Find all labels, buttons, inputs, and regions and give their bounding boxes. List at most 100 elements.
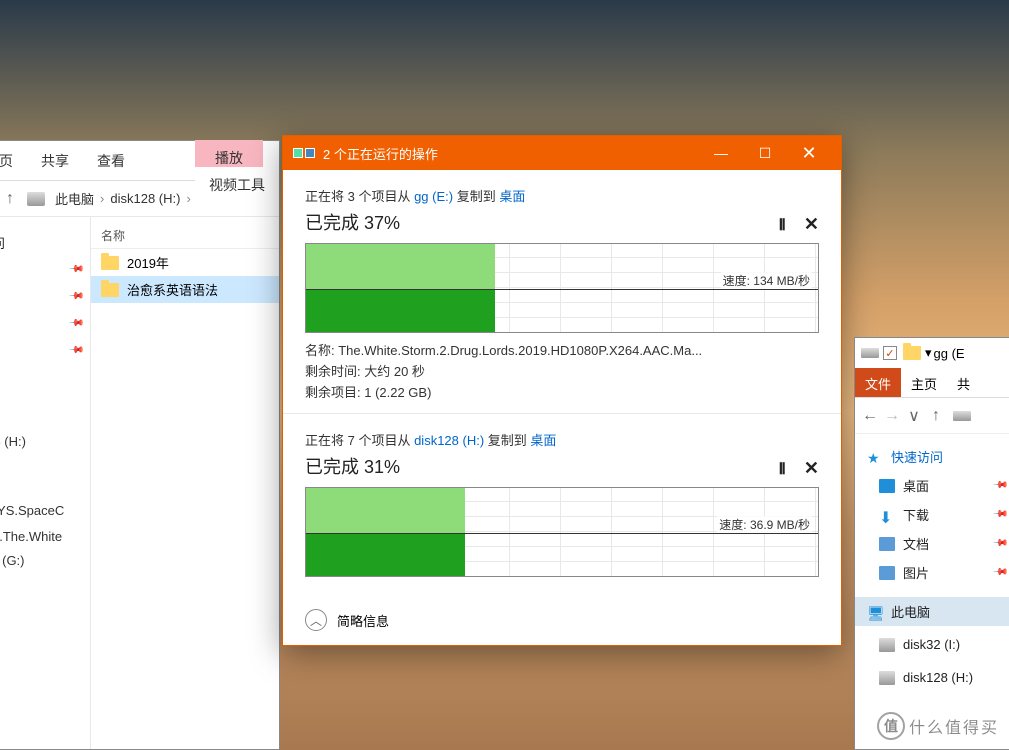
source-link[interactable]: disk128 (H:) (414, 433, 484, 448)
sidebar-drive[interactable]: EM (G:) (0, 549, 90, 572)
sidebar: ★快速访问 桌面📌 ⬇下载📌 文档📌 图片📌 🖥此电脑 disk32 (I:) … (855, 434, 1009, 694)
source-link[interactable]: gg (E:) (414, 189, 453, 204)
watermark: 值 什么值得买 (877, 712, 999, 740)
speed-label: 速度: 134 MB/秒 (721, 272, 812, 289)
ribbon-tabs: 文件 主页 共 (855, 368, 1009, 398)
nav-up-icon[interactable]: ↑ (925, 405, 947, 427)
sidebar-drive[interactable]: 01 (0, 476, 90, 499)
sidebar-drive[interactable]: E:) (0, 453, 90, 476)
sidebar-item-documents[interactable]: 档📌 (0, 310, 90, 337)
checkbox-icon[interactable]: ✓ (883, 346, 897, 360)
file-list: 名称 2019年 治愈系英语语法 (91, 217, 279, 749)
pause-button[interactable]: ⅠⅠ (778, 459, 783, 479)
speed-graph: 速度: 36.9 MB/秒 (305, 487, 819, 577)
explorer-window-right: ✓ ▾ gg (E 文件 主页 共 ← → ∨ ↑ ★快速访问 桌面📌 ⬇下载📌… (854, 337, 1009, 750)
drive-icon (879, 638, 895, 652)
tab-home[interactable]: 主页 (0, 143, 27, 179)
tab-share[interactable]: 共享 (27, 143, 83, 179)
breadcrumb-root[interactable]: 此电脑 (51, 189, 98, 208)
sidebar-drive[interactable]: 128 (H:) (0, 430, 90, 453)
pin-icon: 📌 (67, 288, 84, 305)
tab-view[interactable]: 查看 (83, 143, 139, 179)
progress-label: 已完成 31% (305, 453, 819, 479)
column-header-name[interactable]: 名称 (91, 223, 279, 249)
nav-fwd-icon[interactable]: → (881, 405, 903, 427)
minimize-button[interactable]: — (699, 136, 743, 170)
copy-progress-dialog: 2 个正在运行的操作 — ☐ ✕ 正在将 3 个项目从 gg (E:) 复制到 … (282, 135, 842, 646)
folder-icon (903, 346, 921, 360)
folder-icon (101, 256, 119, 270)
copy-operation-2: 正在将 7 个项目从 disk128 (H:) 复制到 桌面 已完成 31% Ⅰ… (283, 414, 841, 595)
drive-icon (861, 348, 879, 358)
file-row[interactable]: 2019年 (91, 249, 279, 276)
picture-icon (879, 566, 895, 580)
tab-file[interactable]: 文件 (855, 368, 901, 397)
pin-icon: 📌 (991, 564, 1008, 581)
detail-items-remaining: 剩余项目: 1 (2.22 GB) (305, 383, 819, 404)
sidebar-item-pictures[interactable]: 片📌 (0, 337, 90, 364)
operation-header: 正在将 7 个项目从 disk128 (H:) 复制到 桌面 (305, 430, 819, 449)
window-title: gg (E (934, 346, 965, 361)
sidebar-item-desktop[interactable]: 桌面📌 (855, 471, 1009, 500)
detail-time-remaining: 剩余时间: 大约 20 秒 (305, 362, 819, 383)
desktop-icon (879, 479, 895, 493)
dialog-titlebar[interactable]: 2 个正在运行的操作 — ☐ ✕ (283, 136, 841, 170)
pc-icon: 🖥 (867, 605, 883, 619)
sidebar-quick-access[interactable]: 访问 (0, 229, 90, 256)
explorer-body: 访问 面📌 载📌 档📌 片📌 脑 (I:) 128 (H:) E:) 01 NS… (0, 217, 279, 749)
pin-icon: 📌 (67, 261, 84, 278)
sidebar-quick-access[interactable]: ★快速访问 (855, 442, 1009, 471)
close-button[interactable]: ✕ (787, 136, 831, 170)
sidebar-item-downloads[interactable]: ⬇下载📌 (855, 500, 1009, 529)
cancel-button[interactable]: ✕ (804, 458, 819, 479)
collapse-details-button[interactable]: ︿ (305, 609, 327, 631)
speed-label: 速度: 36.9 MB/秒 (717, 516, 812, 533)
nav-up-icon[interactable]: ↑ (0, 188, 21, 210)
sidebar-drive[interactable]: disk32 (I:) (855, 632, 1009, 657)
sidebar-drive[interactable]: OT (0, 572, 90, 595)
nav-back-icon[interactable]: ← (859, 405, 881, 427)
title-icon (293, 148, 315, 158)
nav-bar: ← → ∨ ↑ (855, 398, 1009, 434)
breadcrumb-path[interactable]: disk128 (H:) (106, 191, 184, 206)
pin-icon: 📌 (991, 506, 1008, 523)
operation-details: 名称: The.White.Storm.2.Drug.Lords.2019.HD… (305, 341, 819, 403)
tab-share[interactable]: 共 (947, 368, 980, 397)
folder-icon (101, 283, 119, 297)
watermark-text: 什么值得买 (909, 714, 999, 738)
watermark-icon: 值 (877, 712, 905, 740)
progress-label: 已完成 37% (305, 209, 819, 235)
drive-icon (27, 192, 45, 206)
document-icon (879, 537, 895, 551)
pin-icon: 📌 (67, 342, 84, 359)
speed-graph: 速度: 134 MB/秒 (305, 243, 819, 333)
sidebar: 访问 面📌 载📌 档📌 片📌 脑 (I:) 128 (H:) E:) 01 NS… (0, 217, 91, 749)
sidebar-this-pc[interactable]: 🖥此电脑 (855, 597, 1009, 626)
explorer-window-back: 主页 共享 查看 ∨ ↑ 此电脑 › disk128 (H:) › 访问 面📌 … (0, 140, 280, 750)
tab-home[interactable]: 主页 (901, 368, 947, 397)
window-titlebar[interactable]: ✓ ▾ gg (E (855, 338, 1009, 368)
cancel-button[interactable]: ✕ (804, 214, 819, 235)
dialog-title: 2 个正在运行的操作 (323, 144, 438, 163)
tab-video-tools[interactable]: 视频工具 (195, 167, 279, 203)
sidebar-drive[interactable]: 毒2.The.White (0, 522, 90, 549)
sidebar-item-documents[interactable]: 文档📌 (855, 529, 1009, 558)
sidebar-drive[interactable]: NSYS.SpaceC (0, 499, 90, 522)
sidebar-drive[interactable]: (I:) (0, 407, 90, 430)
maximize-button[interactable]: ☐ (743, 136, 787, 170)
nav-history-icon[interactable]: ∨ (903, 405, 925, 427)
sidebar-this-pc[interactable]: 脑 (0, 380, 90, 407)
sidebar-item-pictures[interactable]: 图片📌 (855, 558, 1009, 587)
dest-link[interactable]: 桌面 (530, 433, 556, 448)
copy-operation-1: 正在将 3 个项目从 gg (E:) 复制到 桌面 已完成 37% ⅠⅠ ✕ 速… (283, 170, 841, 414)
sidebar-item-desktop[interactable]: 面📌 (0, 256, 90, 283)
pause-button[interactable]: ⅠⅠ (778, 215, 783, 235)
drive-icon (953, 411, 971, 421)
sidebar-drive[interactable]: disk128 (H:) (855, 665, 1009, 690)
file-row[interactable]: 治愈系英语语法 (91, 276, 279, 303)
sidebar-item-downloads[interactable]: 载📌 (0, 283, 90, 310)
operation-header: 正在将 3 个项目从 gg (E:) 复制到 桌面 (305, 186, 819, 205)
pin-icon: 📌 (67, 315, 84, 332)
dest-link[interactable]: 桌面 (499, 189, 525, 204)
footer-label: 简略信息 (337, 611, 389, 630)
